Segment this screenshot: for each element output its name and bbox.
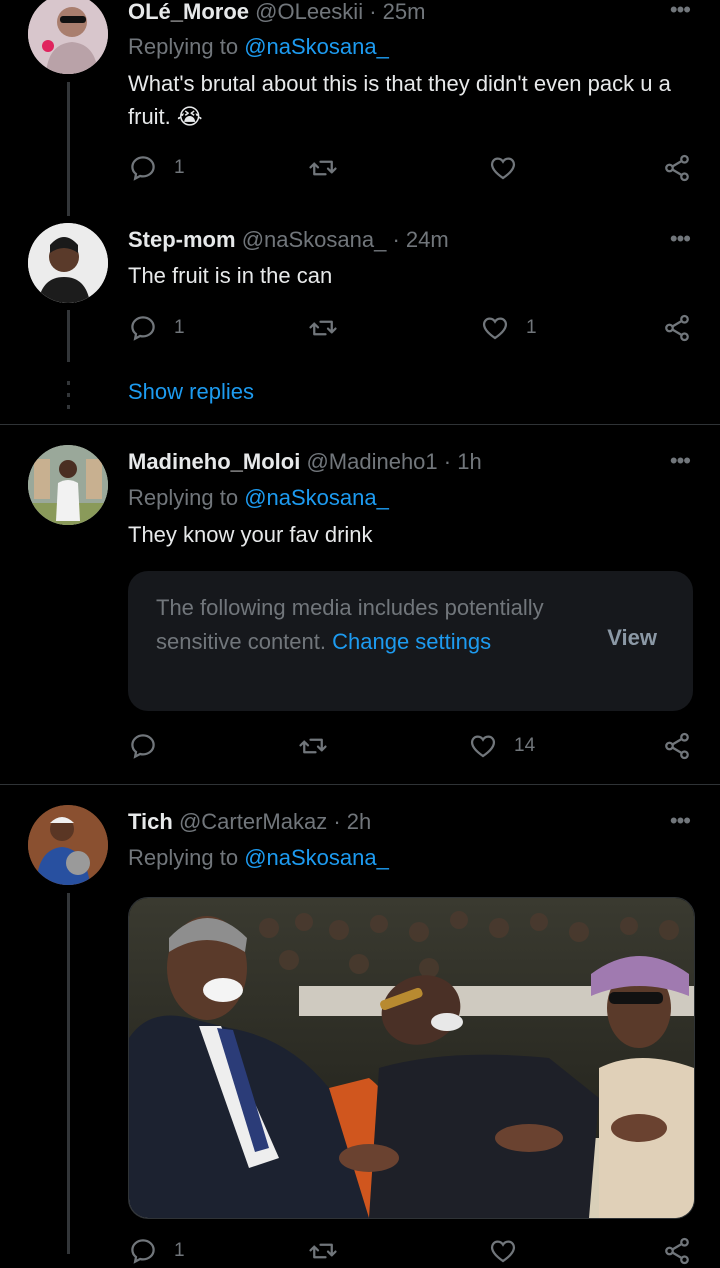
replying-to-label: Replying to <box>128 845 239 870</box>
tweet-media-photo[interactable] <box>128 897 695 1219</box>
retweet-icon <box>309 1243 337 1259</box>
replying-to: Replying to @naSkosana_ <box>128 844 389 872</box>
heart-icon <box>490 1240 516 1263</box>
heart-icon <box>470 735 496 758</box>
retweet-icon <box>309 160 337 176</box>
user-handle[interactable]: @naSkosana_ <box>242 227 387 252</box>
tweet-header: Madineho_Moloi @Madineho1 · 1h <box>128 448 482 476</box>
replying-to-mention[interactable]: @naSkosana_ <box>244 845 389 870</box>
reply-count: 1 <box>174 157 185 178</box>
separator: · <box>443 449 452 474</box>
photo-laughing-men <box>129 898 694 1218</box>
tweet-actions: 1 <box>128 1236 692 1268</box>
share-icon <box>665 1237 689 1265</box>
retweet-button[interactable] <box>298 731 344 761</box>
timestamp[interactable]: 1h <box>457 449 481 474</box>
like-button[interactable] <box>488 1236 518 1266</box>
reply-button[interactable]: 1 <box>128 153 185 183</box>
share-icon <box>665 314 689 342</box>
sensitive-media-warning: The following media includes potentially… <box>128 571 693 711</box>
more-options-icon[interactable]: ••• <box>670 810 691 832</box>
display-name[interactable]: Madineho_Moloi <box>128 449 300 474</box>
replying-to-mention[interactable]: @naSkosana_ <box>244 485 389 510</box>
like-button[interactable] <box>488 153 534 183</box>
change-settings-link[interactable]: Change settings <box>332 629 491 654</box>
retweet-button[interactable] <box>308 1236 338 1266</box>
reply-icon <box>131 1239 155 1264</box>
replying-to: Replying to @naSkosana_ <box>128 484 389 512</box>
reply-button[interactable] <box>128 731 174 761</box>
like-count: 1 <box>526 317 537 338</box>
separator: · <box>369 0 377 24</box>
display-name[interactable]: Step-mom <box>128 227 236 252</box>
tweet-actions: 1 1 <box>128 313 692 345</box>
like-count: 14 <box>514 735 536 756</box>
thread-line <box>67 82 70 216</box>
tweet-actions: 14 <box>128 731 692 763</box>
tweet-divider <box>0 784 720 785</box>
show-replies-link[interactable]: Show replies <box>128 379 254 405</box>
thread-dot <box>67 381 70 385</box>
thread-line <box>67 893 70 1254</box>
share-button[interactable] <box>662 313 692 343</box>
retweet-icon <box>309 320 337 336</box>
thread-dot <box>67 405 70 409</box>
user-handle[interactable]: @OLeeskii <box>255 0 363 24</box>
more-options-icon[interactable]: ••• <box>670 450 691 472</box>
tweet-text: What's brutal about this is that they di… <box>128 71 671 129</box>
user-handle[interactable]: @CarterMakaz <box>179 809 327 834</box>
tweet-text: The fruit is in the can <box>128 263 333 288</box>
tweet-header: OLé_Moroe @OLeeskii · 25m <box>128 0 425 26</box>
thread-dot <box>67 393 70 397</box>
like-button[interactable]: 14 <box>468 731 535 761</box>
tweet-divider <box>0 424 720 425</box>
replying-to-mention[interactable]: @naSkosana_ <box>244 34 389 59</box>
avatar[interactable] <box>28 0 108 74</box>
tweet-actions: 1 <box>128 153 692 185</box>
reply-icon <box>131 316 155 341</box>
replying-to-label: Replying to <box>128 485 239 510</box>
avatar[interactable] <box>28 223 108 303</box>
replying-to-label: Replying to <box>128 34 239 59</box>
view-button[interactable]: View <box>607 625 657 651</box>
replying-to: Replying to @naSkosana_ <box>128 33 389 61</box>
display-name[interactable]: OLé_Moroe <box>128 0 249 24</box>
share-button[interactable] <box>662 1236 692 1266</box>
tweet-text: They know your fav drink <box>128 522 373 547</box>
share-icon <box>665 154 689 182</box>
reply-count: 1 <box>174 317 185 338</box>
share-icon <box>665 732 689 760</box>
timestamp[interactable]: 2h <box>347 809 371 834</box>
share-button[interactable] <box>662 153 692 183</box>
retweet-button[interactable] <box>308 153 354 183</box>
user-handle[interactable]: @Madineho1 <box>306 449 437 474</box>
retweet-icon <box>299 738 327 754</box>
avatar[interactable] <box>28 805 108 885</box>
more-options-icon[interactable]: ••• <box>670 228 691 250</box>
heart-icon <box>482 317 508 340</box>
tweet-header: Step-mom @naSkosana_ · 24m <box>128 226 449 254</box>
avatar[interactable] <box>28 445 108 525</box>
retweet-button[interactable] <box>308 313 354 343</box>
heart-icon <box>490 157 516 180</box>
reply-icon <box>131 734 155 759</box>
share-button[interactable] <box>662 731 692 761</box>
more-options-icon[interactable]: ••• <box>670 0 691 21</box>
timestamp[interactable]: 25m <box>383 0 426 24</box>
sensitive-media-text: The following media includes potentially… <box>156 591 576 659</box>
separator: · <box>392 227 400 252</box>
reply-count: 1 <box>174 1240 185 1261</box>
reply-button[interactable]: 1 <box>128 1236 185 1266</box>
separator: · <box>333 809 341 834</box>
reply-button[interactable]: 1 <box>128 313 185 343</box>
display-name[interactable]: Tich <box>128 809 173 834</box>
reply-icon <box>131 156 155 181</box>
tweet-header: Tich @CarterMakaz · 2h <box>128 808 371 836</box>
thread-line <box>67 310 70 362</box>
like-button[interactable]: 1 <box>480 313 537 343</box>
timestamp[interactable]: 24m <box>406 227 449 252</box>
